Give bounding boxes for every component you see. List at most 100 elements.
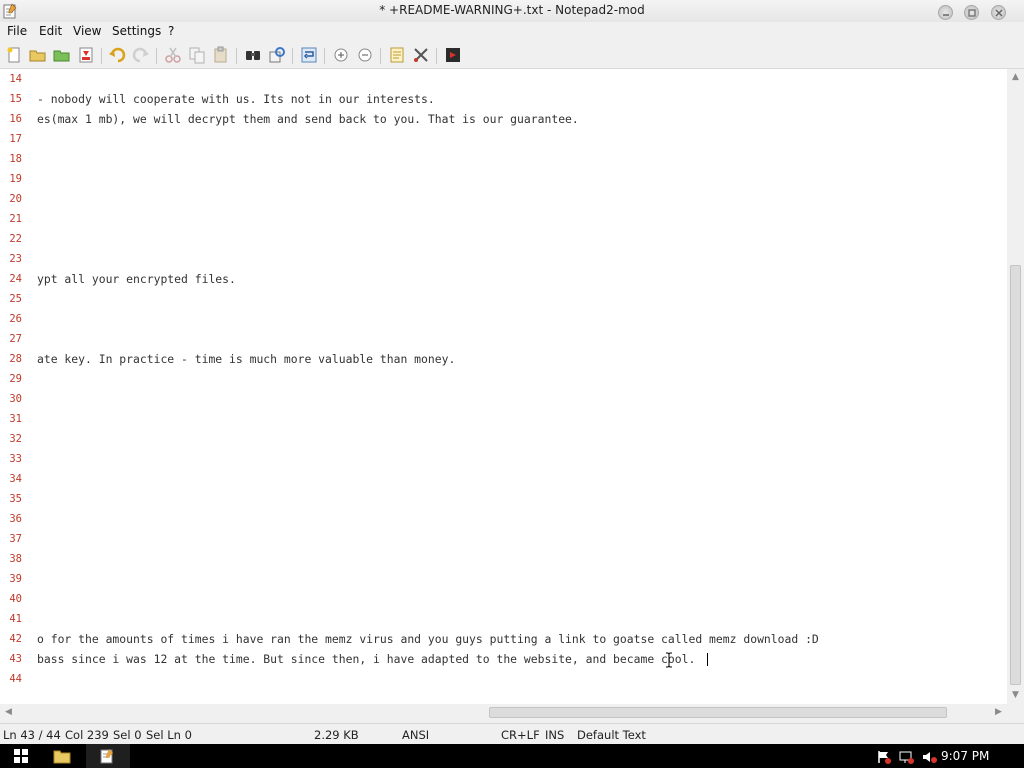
editor-line[interactable]: 44 [0, 669, 1007, 689]
line-number: 19 [9, 173, 22, 185]
paste-icon[interactable] [212, 46, 230, 64]
zoom-out-icon[interactable] [356, 46, 374, 64]
editor-line[interactable]: 20 [0, 189, 1007, 209]
word-wrap-icon[interactable] [300, 46, 318, 64]
menu-view[interactable]: View [73, 24, 101, 38]
toolbar-separator [436, 48, 437, 64]
line-number: 24 [9, 273, 22, 285]
editor-line[interactable]: 22 [0, 229, 1007, 249]
editor-line[interactable]: 27 [0, 329, 1007, 349]
editor-line[interactable]: 23 [0, 249, 1007, 269]
editor-line[interactable]: 33 [0, 449, 1007, 469]
clock-time[interactable]: 9:07 PM [941, 749, 989, 763]
editor-line[interactable]: 35 [0, 489, 1007, 509]
vertical-scrollbar[interactable]: ▲ ▼ [1007, 69, 1024, 704]
horizontal-scrollbar[interactable]: ◀ ▶ [0, 704, 1007, 721]
find-icon[interactable] [244, 46, 262, 64]
toolbar-separator [292, 48, 293, 64]
editor-line[interactable]: 14 [0, 69, 1007, 89]
line-text[interactable]: ypt all your encrypted files. [37, 272, 236, 286]
notepad-icon [100, 749, 113, 764]
line-text[interactable]: ate key. In practice - time is much more… [37, 352, 455, 366]
title-bar: * +README-WARNING+.txt - Notepad2-mod [0, 0, 1024, 22]
line-number: 23 [9, 253, 22, 265]
cut-icon[interactable] [164, 46, 182, 64]
menu-file[interactable]: File [7, 24, 27, 38]
editor-line[interactable]: 36 [0, 509, 1007, 529]
editor-line[interactable]: 29 [0, 369, 1007, 389]
scroll-up-arrow-icon[interactable]: ▲ [1007, 69, 1024, 86]
scroll-down-arrow-icon[interactable]: ▼ [1007, 687, 1024, 704]
save-icon[interactable] [77, 46, 95, 64]
editor-line[interactable]: 24 ypt all your encrypted files. [0, 269, 1007, 289]
scrollbar-corner [1007, 704, 1024, 721]
editor-line[interactable]: 16 es(max 1 mb), we will decrypt them and… [0, 109, 1007, 129]
line-number: 26 [9, 313, 22, 325]
editor-line[interactable]: 30 [0, 389, 1007, 409]
line-text[interactable]: o for the amounts of times i have ran th… [37, 632, 819, 646]
line-number: 21 [9, 213, 22, 225]
menu-help[interactable]: ? [168, 24, 174, 38]
maximize-button[interactable] [964, 5, 979, 20]
editor-line[interactable]: 18 [0, 149, 1007, 169]
open-folder-icon[interactable] [29, 46, 47, 64]
line-number: 40 [9, 593, 22, 605]
undo-icon[interactable] [108, 46, 126, 64]
editor-line[interactable]: 28 ate key. In practice - time is much mo… [0, 349, 1007, 369]
editor-line[interactable]: 43 bass since i was 12 at the time. But s… [0, 649, 1007, 669]
scroll-left-arrow-icon[interactable]: ◀ [0, 704, 17, 721]
close-button[interactable] [991, 5, 1006, 20]
scheme-icon[interactable] [388, 46, 406, 64]
customize-tools-icon[interactable] [412, 46, 430, 64]
editor-line[interactable]: 39 [0, 569, 1007, 589]
status-line-ending[interactable]: CR+LF [501, 728, 540, 742]
menu-edit[interactable]: Edit [39, 24, 62, 38]
editor-line[interactable]: 34 [0, 469, 1007, 489]
line-number: 41 [9, 613, 22, 625]
redo-icon[interactable] [132, 46, 150, 64]
zoom-in-icon[interactable] [332, 46, 350, 64]
editor-line[interactable]: 26 [0, 309, 1007, 329]
editor-line[interactable]: 21 [0, 209, 1007, 229]
vertical-scroll-thumb[interactable] [1010, 265, 1021, 685]
exit-icon[interactable] [444, 46, 462, 64]
text-editor[interactable]: 14 15 - nobody will cooperate with us. Its… [0, 69, 1007, 704]
editor-line[interactable]: 37 [0, 529, 1007, 549]
copy-icon[interactable] [188, 46, 206, 64]
toolbar-separator [101, 48, 102, 64]
editor-line[interactable]: 15 - nobody will cooperate with us. Its n… [0, 89, 1007, 109]
line-text[interactable]: es(max 1 mb), we will decrypt them and s… [37, 112, 579, 126]
browse-folder-icon[interactable] [53, 46, 71, 64]
replace-icon[interactable] [268, 46, 286, 64]
taskbar: 9:07 PM [0, 744, 1024, 768]
volume-muted-icon[interactable] [922, 749, 938, 763]
status-selected-lines: Sel Ln 0 [146, 728, 192, 742]
status-encoding[interactable]: ANSI [402, 728, 429, 742]
editor-line[interactable]: 40 [0, 589, 1007, 609]
editor-line[interactable]: 41 [0, 609, 1007, 629]
taskbar-notepad[interactable] [86, 744, 130, 768]
action-center-flag-icon[interactable] [876, 749, 892, 764]
line-number: 33 [9, 453, 22, 465]
editor-line[interactable]: 31 [0, 409, 1007, 429]
editor-line[interactable]: 25 [0, 289, 1007, 309]
editor-line[interactable]: 32 [0, 429, 1007, 449]
line-text[interactable]: bass since i was 12 at the time. But sin… [37, 652, 695, 666]
editor-line[interactable]: 42 o for the amounts of times i have ran … [0, 629, 1007, 649]
editor-line[interactable]: 19 [0, 169, 1007, 189]
taskbar-explorer[interactable] [40, 744, 84, 768]
status-insert-mode[interactable]: INS [545, 728, 564, 742]
status-scheme[interactable]: Default Text [577, 728, 646, 742]
editor-line[interactable]: 38 [0, 549, 1007, 569]
scroll-right-arrow-icon[interactable]: ▶ [990, 704, 1007, 721]
line-text[interactable]: - nobody will cooperate with us. Its not… [37, 92, 435, 106]
menu-settings[interactable]: Settings [112, 24, 161, 38]
horizontal-scroll-thumb[interactable] [489, 707, 947, 718]
line-number: 16 [9, 113, 22, 125]
new-file-icon[interactable] [5, 46, 23, 64]
start-button[interactable] [0, 744, 44, 768]
network-icon[interactable] [899, 749, 915, 764]
line-number: 39 [9, 573, 22, 585]
editor-line[interactable]: 17 [0, 129, 1007, 149]
minimize-button[interactable] [938, 5, 953, 20]
